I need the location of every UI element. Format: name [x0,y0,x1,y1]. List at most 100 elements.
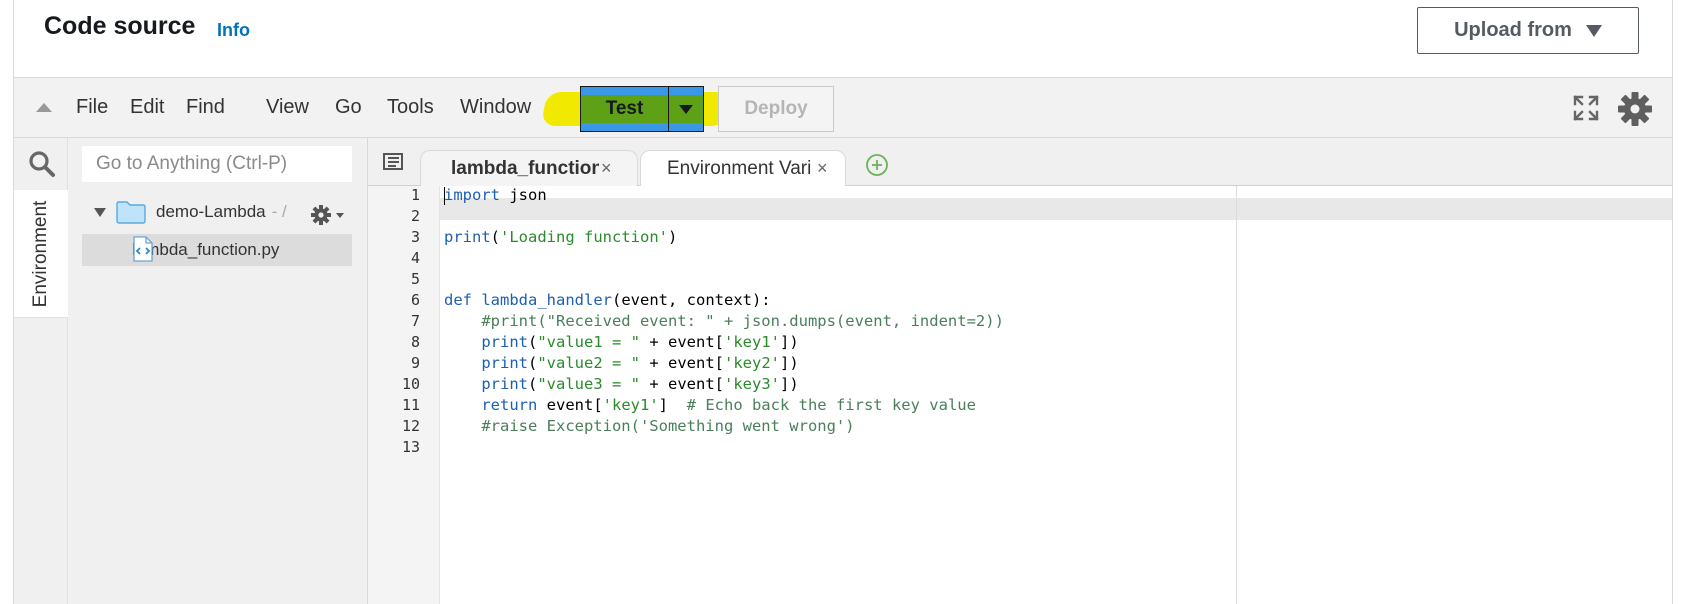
code-token: # Echo back the first key value [686,396,976,414]
code-token: print [481,333,528,351]
tree-folder-demo-lambda[interactable]: demo-Lambda - / [94,198,287,226]
editor-tabs-bar: lambda_function × Environment Vari × [368,138,1672,186]
close-icon[interactable]: × [817,158,828,179]
settings-gear-icon[interactable] [1616,90,1654,128]
ide-left-rail: Environment [14,138,68,604]
line-number: 6 [410,291,420,309]
line-number: 12 [401,417,420,435]
go-to-anything-input[interactable] [82,146,352,182]
environment-tab-label: Environment [30,200,51,307]
collapse-up-icon[interactable] [36,103,52,112]
code-editor[interactable]: 1 import json 2 3 print('Loading function') 4… [368,186,1672,604]
code-line: #print("Received event: " + json.dumps(e… [444,312,1004,330]
line-number: 3 [410,228,420,246]
code-line: print('Loading function') [444,228,677,246]
code-token: "value1 = " [537,333,640,351]
menu-window[interactable]: Window [460,96,531,119]
code-token: 'key3' [724,375,780,393]
fullscreen-icon[interactable] [1572,94,1600,122]
page-title: Code source [44,12,196,40]
code-token: print [481,354,528,372]
add-tab-icon[interactable] [865,153,889,177]
code-token: ] [658,396,687,414]
python-file-icon [133,236,153,262]
line-number: 4 [410,249,420,267]
line-number: 2 [410,207,420,225]
file-tree-panel: demo-Lambda - / la [68,138,368,604]
upload-from-button[interactable]: Upload from [1417,7,1639,54]
close-icon[interactable]: × [601,158,612,179]
menu-go[interactable]: Go [335,96,362,119]
test-button-label: Test [581,87,669,131]
folder-icon [116,201,146,224]
code-line: print("value3 = " + event['key3']) [444,375,799,393]
caret-down-icon [1585,24,1602,37]
code-token: "value2 = " [537,354,640,372]
code-token: ]) [780,354,799,372]
code-token: + event[ [640,333,724,351]
expand-arrow-icon[interactable] [94,207,106,217]
tab-label: Environment Vari [667,157,812,179]
line-number: 1 [410,186,420,204]
tab-list-icon[interactable] [382,152,406,172]
ide-menubar: File Edit Find View Go Tools Window Test… [14,78,1672,138]
code-token: event[ [537,396,603,414]
code-token: def [444,291,472,309]
code-token: ]) [780,375,799,393]
lambda-code-source-page: Code source Info Upload from File Edit F… [0,0,1690,604]
code-token: + event[ [640,375,724,393]
tree-settings-gear-icon[interactable] [310,204,350,226]
line-number: 5 [410,270,420,288]
line-number: 10 [401,375,420,393]
code-token: #raise Exception('Something went wrong') [481,417,855,435]
code-token: ) [668,228,678,246]
upload-from-label: Upload from [1454,19,1572,41]
code-token: + event[ [640,354,724,372]
tree-folder-path: - / [271,202,287,221]
tree-folder-label: demo-Lambda [156,202,266,221]
code-token: ]) [780,333,799,351]
code-token: print [444,228,491,246]
environment-tab[interactable]: Environment [14,190,68,318]
line-number: 13 [401,438,420,456]
caret-down-icon [679,104,693,114]
code-token: import [444,186,500,204]
tab-environment-variables[interactable]: Environment Vari × [640,150,846,186]
right-scroll-gutter [1672,0,1690,604]
menu-tools[interactable]: Tools [387,96,434,119]
code-line: print("value1 = " + event['key1']) [444,333,799,351]
test-button[interactable]: Test [580,86,704,132]
code-token: (event, context): [612,291,771,309]
menu-edit[interactable]: Edit [130,96,164,119]
code-token: lambda_handler [481,291,612,309]
menu-find[interactable]: Find [186,96,225,119]
line-number: 7 [410,312,420,330]
code-line: import json [444,186,547,205]
tab-label: lambda_function [451,157,599,179]
line-number: 8 [410,333,420,351]
code-token: #print("Received event: " + json.dumps(e… [481,312,1004,330]
code-token: 'key1' [724,333,780,351]
menu-view[interactable]: View [266,96,309,119]
line-number: 11 [401,396,420,414]
menu-file[interactable]: File [76,96,108,119]
tab-lambda-function[interactable]: lambda_function × [420,150,638,186]
code-token: ( [528,375,538,393]
test-dropdown-toggle[interactable] [669,87,703,131]
code-token: 'key2' [724,354,780,372]
deploy-button[interactable]: Deploy [718,86,834,132]
tree-file-lambda-function[interactable]: lambda_function.py [82,234,352,266]
code-line: print("value2 = " + event['key2']) [444,354,799,372]
code-line: #raise Exception('Something went wrong') [444,417,855,435]
info-link[interactable]: Info [217,20,250,41]
code-token: ( [528,333,538,351]
code-token: json [500,186,547,204]
code-token: ( [490,228,501,246]
active-line-highlight [368,198,1672,220]
search-icon[interactable] [28,150,56,178]
